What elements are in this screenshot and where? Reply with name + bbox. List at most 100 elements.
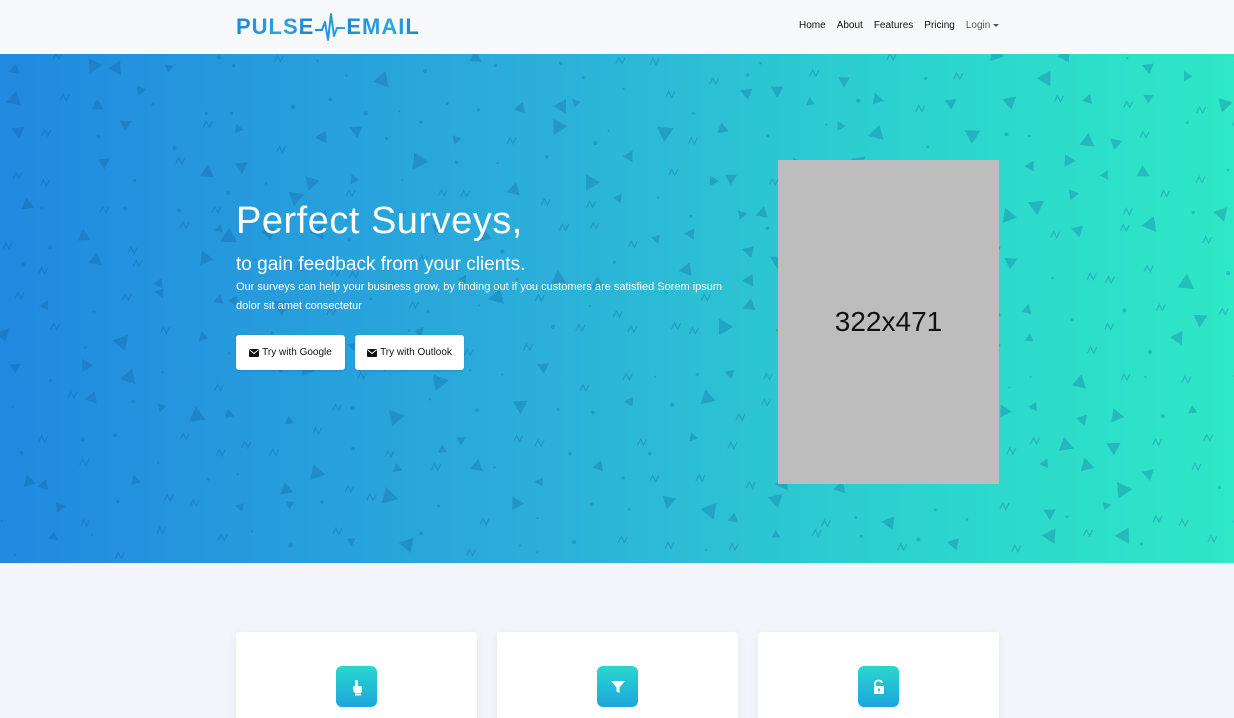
login-dropdown[interactable]: Login <box>966 20 1000 31</box>
pattern-shape <box>204 111 208 115</box>
pattern-shape <box>1028 402 1037 412</box>
pattern-shape <box>163 493 174 503</box>
pattern-shape <box>947 538 959 551</box>
pattern-shape <box>80 518 91 528</box>
pattern-shape <box>119 120 132 132</box>
pattern-shape <box>122 206 127 211</box>
pattern-shape <box>1011 544 1022 553</box>
pattern-shape <box>742 298 756 311</box>
pattern-shape <box>501 373 504 376</box>
pattern-shape <box>213 294 224 304</box>
pattern-shape <box>39 178 51 188</box>
pattern-shape <box>1169 330 1183 346</box>
pattern-shape <box>965 517 969 521</box>
pattern-shape <box>1002 96 1017 110</box>
try-google-label: Try with Google <box>262 347 332 358</box>
pattern-shape <box>132 258 143 268</box>
pattern-shape <box>84 391 97 404</box>
pattern-shape <box>540 197 551 207</box>
pattern-shape <box>627 508 631 511</box>
pattern-shape <box>384 136 389 140</box>
pattern-shape <box>477 108 480 112</box>
pattern-shape <box>536 551 539 554</box>
pattern-shape <box>759 61 762 65</box>
pattern-shape <box>668 167 679 177</box>
pattern-shape <box>41 128 52 138</box>
pattern-shape <box>211 205 222 215</box>
brand-logo[interactable]: PULSE EMAIL <box>236 10 420 44</box>
pattern-shape <box>108 60 121 75</box>
pattern-shape <box>49 379 52 382</box>
pattern-shape <box>767 494 783 508</box>
nav-item-pricing[interactable]: Pricing <box>924 20 955 31</box>
pattern-shape <box>523 342 534 352</box>
pattern-shape <box>1099 170 1108 180</box>
pattern-shape <box>838 77 850 88</box>
pattern-shape <box>235 124 244 134</box>
pattern-shape <box>161 370 164 374</box>
pattern-shape <box>746 73 750 77</box>
pattern-shape <box>452 135 462 145</box>
pattern-shape <box>226 190 231 195</box>
pattern-shape <box>91 533 93 536</box>
pattern-shape <box>719 318 734 336</box>
pattern-shape <box>392 463 403 473</box>
pattern-shape <box>332 526 343 536</box>
pattern-shape <box>1008 386 1011 389</box>
pattern-shape <box>112 334 128 352</box>
pattern-shape <box>627 324 638 334</box>
pattern-shape <box>214 224 223 233</box>
pattern-shape <box>189 498 200 508</box>
pattern-shape <box>92 310 95 313</box>
pattern-shape <box>1143 264 1154 274</box>
pattern-shape <box>586 174 601 191</box>
nav-item-about[interactable]: About <box>837 20 863 31</box>
pattern-shape <box>131 400 135 404</box>
pattern-shape <box>269 447 280 457</box>
pattern-shape <box>586 199 597 209</box>
pattern-shape <box>202 119 213 129</box>
hero-section: Perfect Surveys, to gain feedback from y… <box>0 54 1234 563</box>
pattern-shape <box>738 210 748 220</box>
pattern-shape <box>1139 130 1150 140</box>
pattern-shape <box>856 98 861 103</box>
pattern-shape <box>572 99 581 108</box>
pattern-shape <box>496 162 499 165</box>
pattern-shape <box>933 508 937 512</box>
pattern-shape <box>1226 168 1230 172</box>
try-google-button[interactable]: Try with Google <box>236 335 345 370</box>
pattern-shape <box>622 150 633 163</box>
pattern-shape <box>328 97 333 102</box>
pattern-shape <box>556 407 560 411</box>
pattern-shape <box>1029 375 1032 378</box>
pattern-shape <box>437 188 448 198</box>
pattern-shape <box>310 464 326 480</box>
pattern-shape <box>700 389 716 405</box>
pattern-shape <box>1141 469 1154 481</box>
pattern-shape <box>615 56 626 66</box>
pattern-shape <box>897 542 908 552</box>
pattern-shape <box>39 300 49 311</box>
pattern-shape <box>695 373 699 377</box>
pattern-shape <box>288 543 293 548</box>
try-outlook-button[interactable]: Try with Outlook <box>355 335 464 370</box>
pattern-shape <box>1039 458 1049 469</box>
pattern-shape <box>709 76 720 86</box>
pattern-shape <box>886 54 897 61</box>
pattern-shape <box>1114 527 1130 544</box>
pattern-shape <box>1160 414 1165 419</box>
pattern-shape <box>11 126 25 140</box>
pattern-shape <box>164 64 174 73</box>
pattern-shape <box>1006 446 1017 456</box>
pattern-shape <box>568 452 572 456</box>
nav-item-features[interactable]: Features <box>874 20 913 31</box>
nav-item-home[interactable]: Home <box>799 20 826 31</box>
pattern-shape <box>91 99 104 110</box>
pattern-shape <box>1082 528 1094 538</box>
pattern-shape <box>704 549 708 552</box>
pattern-shape <box>470 459 483 472</box>
pattern-shape <box>1213 207 1228 222</box>
pattern-shape <box>67 390 78 400</box>
pattern-shape <box>656 126 674 143</box>
pattern-shape <box>157 403 167 412</box>
